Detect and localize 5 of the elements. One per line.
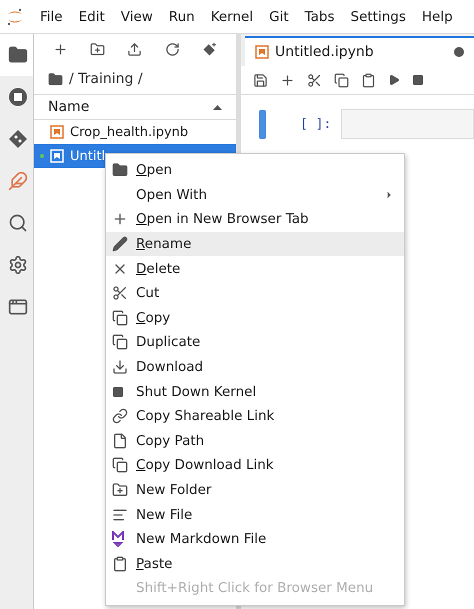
menu-hint: Shift+Right Click for Browser Menu (135, 579, 374, 598)
file-name: Crop_health.ipynb (70, 124, 188, 140)
tab-title: Untitled.ipynb (275, 44, 375, 60)
file-name: Untitl (70, 148, 106, 164)
cell-prompt: [ ]: (300, 116, 332, 132)
